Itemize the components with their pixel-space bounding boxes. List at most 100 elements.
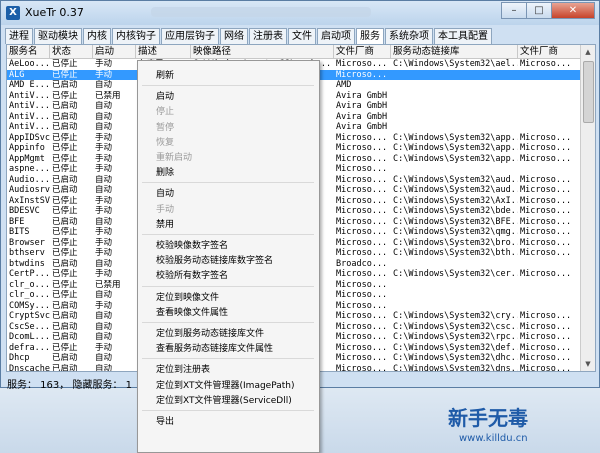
table-cell: bthserv — [9, 248, 45, 258]
menu-item-5[interactable]: 恢复 — [156, 135, 174, 148]
menu-item-15[interactable]: 校验所有数字签名 — [156, 268, 228, 281]
table-cell: C:\Windows\System32\app... — [393, 153, 518, 164]
menu-item-18[interactable]: 查看映像文件属性 — [156, 305, 228, 318]
table-cell: 手动 — [95, 164, 113, 174]
table-cell: 手动 — [95, 195, 113, 206]
menu-item-2[interactable]: 启动 — [156, 89, 174, 102]
table-cell: 自动 — [95, 122, 113, 132]
table-cell: Microso... — [336, 300, 388, 311]
tab-1[interactable]: 驱动模块 — [34, 28, 82, 44]
table-cell: 自动 — [95, 321, 113, 332]
column-header-6[interactable]: 服务动态链接库 — [391, 45, 518, 58]
menu-item-24[interactable]: 定位到XT文件管理器(ImagePath) — [156, 378, 295, 391]
table-cell: Microso... — [520, 248, 572, 258]
scroll-thumb[interactable] — [583, 61, 594, 123]
table-cell — [391, 80, 518, 91]
table-cell: Audiosrv — [9, 185, 50, 195]
table-cell: Avira GmbH — [336, 111, 388, 122]
table-cell: 自动 — [95, 174, 113, 185]
table-cell: C:\Windows\System32\bde... — [393, 206, 518, 216]
table-cell: CryptSvc — [9, 311, 50, 321]
table-cell: C:\Windows\System32\app... — [393, 132, 518, 143]
app-icon: X — [6, 6, 20, 20]
table-cell: 手动 — [95, 132, 113, 143]
column-header-3[interactable]: 描述 — [136, 45, 191, 58]
column-header-0[interactable]: 服务名 — [7, 45, 50, 58]
table-cell: Microso... — [336, 342, 388, 353]
tab-11[interactable]: 本工具配置 — [434, 28, 492, 44]
scroll-up-arrow-icon[interactable]: ▲ — [581, 45, 595, 59]
table-cell: Microso... — [336, 216, 388, 227]
table-cell: Microso... — [336, 227, 388, 237]
table-cell: 已停止 — [52, 227, 78, 237]
table-cell: 自动 — [95, 290, 113, 300]
tab-4[interactable]: 应用层钩子 — [161, 28, 219, 44]
minimize-button[interactable]: – — [501, 2, 527, 19]
menu-item-0[interactable]: 刷新 — [156, 68, 174, 81]
menu-item-7[interactable]: 删除 — [156, 165, 174, 178]
tab-7[interactable]: 文件 — [288, 28, 316, 44]
column-header-1[interactable]: 状态 — [50, 45, 93, 58]
table-cell: Microso... — [336, 206, 388, 216]
close-button[interactable]: ✕ — [551, 2, 595, 19]
menu-item-10[interactable]: 手动 — [156, 202, 174, 215]
table-cell: C:\Windows\System32\dhc... — [393, 353, 518, 363]
table-cell — [391, 280, 518, 291]
scroll-down-arrow-icon[interactable]: ▼ — [581, 357, 595, 371]
tab-10[interactable]: 系统杂项 — [385, 28, 433, 44]
table-cell: 手动 — [95, 143, 113, 153]
tab-5[interactable]: 网络 — [220, 28, 248, 44]
table-cell — [391, 301, 518, 312]
tab-3[interactable]: 内核钩子 — [112, 28, 160, 44]
table-cell: 已禁用 — [95, 279, 121, 290]
column-header-4[interactable]: 映像路径 — [191, 45, 334, 58]
menu-item-14[interactable]: 校验服务动态链接库数字签名 — [156, 253, 273, 266]
table-cell: 已停止 — [52, 206, 78, 216]
menu-item-3[interactable]: 停止 — [156, 104, 174, 117]
menu-item-23[interactable]: 定位到注册表 — [156, 362, 210, 375]
tab-0[interactable]: 进程 — [5, 28, 33, 44]
tab-6[interactable]: 注册表 — [249, 28, 287, 44]
table-cell: 已启动 — [52, 332, 78, 342]
table-cell: Microso... — [520, 321, 572, 332]
menu-separator — [142, 234, 314, 235]
column-header-2[interactable]: 启动 — [93, 45, 136, 58]
menu-item-20[interactable]: 定位到服务动态链接库文件 — [156, 326, 264, 339]
status-bar: 服务： 163， 隐藏服务： 1 — [7, 380, 132, 391]
column-header-7[interactable]: 文件厂商 — [518, 45, 584, 58]
tab-9[interactable]: 服务 — [356, 28, 384, 45]
table-cell: 自动 — [95, 353, 113, 363]
table-cell: Microso... — [336, 332, 388, 342]
title-bar[interactable]: X XueTr 0.37 – □ ✕ — [1, 1, 599, 25]
table-cell: Microso... — [336, 59, 388, 69]
table-cell: 已启动 — [52, 216, 78, 227]
menu-item-25[interactable]: 定位到XT文件管理器(ServiceDll) — [156, 393, 292, 406]
table-cell: 已停止 — [52, 248, 78, 258]
table-cell: AntiV... — [9, 90, 50, 101]
menu-item-13[interactable]: 校验映像数字签名 — [156, 238, 228, 251]
table-cell: 手动 — [95, 59, 113, 69]
menu-item-27[interactable]: 导出 — [156, 414, 174, 427]
column-header-5[interactable]: 文件厂商 — [334, 45, 391, 58]
table-cell: AMD — [336, 80, 352, 90]
table-cell: C:\Windows\System32\csc... — [393, 321, 518, 332]
table-cell: 手动 — [95, 227, 113, 237]
menu-item-6[interactable]: 重新启动 — [156, 150, 192, 163]
watermark-title: 新手无毒 — [448, 406, 528, 430]
menu-item-4[interactable]: 暂停 — [156, 120, 174, 133]
context-menu: 刷新启动停止暂停恢复重新启动删除自动手动禁用校验映像数字签名校验服务动态链接库数… — [137, 60, 320, 453]
table-cell: btwdins — [9, 258, 45, 269]
table-cell — [391, 164, 518, 175]
table-cell: Microso... — [520, 353, 572, 363]
menu-item-21[interactable]: 查看服务动态链接库文件属性 — [156, 341, 273, 354]
menu-item-17[interactable]: 定位到映像文件 — [156, 290, 219, 303]
menu-item-9[interactable]: 自动 — [156, 186, 174, 199]
maximize-button[interactable]: □ — [526, 2, 552, 19]
tab-2[interactable]: 内核 — [83, 28, 111, 44]
menu-item-11[interactable]: 禁用 — [156, 217, 174, 230]
table-cell: Microso... — [520, 216, 572, 227]
vertical-scrollbar[interactable]: ▲ ▼ — [580, 45, 595, 371]
tab-8[interactable]: 启动项 — [317, 28, 355, 44]
table-cell: Microso... — [336, 290, 388, 300]
table-cell — [518, 91, 584, 102]
